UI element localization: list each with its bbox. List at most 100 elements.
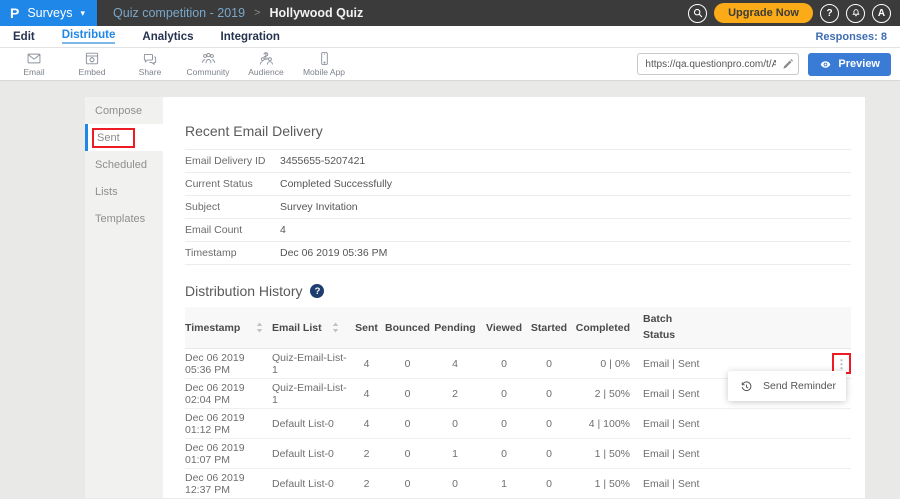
preview-button[interactable]: Preview	[808, 53, 891, 76]
account-avatar-button[interactable]: A	[872, 4, 891, 23]
sort-icon	[256, 322, 263, 333]
cell-viewed: 1	[480, 478, 528, 490]
survey-url-input[interactable]	[637, 53, 799, 75]
topbar: P Surveys ▾ Quiz competition - 2019 > Ho…	[0, 0, 900, 26]
channel-mobile-app[interactable]: Mobile App	[295, 51, 353, 77]
sidebar-item-label: Scheduled	[95, 159, 147, 171]
sidebar-item-compose[interactable]: Compose	[85, 97, 163, 124]
channel-embed[interactable]: Embed	[63, 51, 121, 77]
column-header-started: Started	[528, 322, 570, 334]
cell-timestamp: Dec 06 2019 01:12 PM	[185, 412, 272, 436]
survey-url-box	[637, 53, 799, 75]
search-button[interactable]	[688, 4, 707, 23]
row-actions-menu: Send Reminder	[728, 371, 846, 401]
detail-label: Subject	[185, 201, 280, 213]
column-label: Email List	[272, 322, 322, 334]
distribute-sidebar: Compose Sent Scheduled Lists Templates	[85, 97, 163, 498]
cell-viewed: 0	[480, 358, 528, 370]
cell-pending: 4	[430, 358, 480, 370]
pencil-icon	[782, 58, 794, 70]
breadcrumb-folder[interactable]: Quiz competition - 2019	[113, 6, 245, 20]
embed-icon	[84, 51, 100, 66]
cell-bounced: 0	[385, 478, 430, 490]
surveys-menu-label: Surveys	[27, 6, 72, 20]
cell-batch-status: Email | Sent	[635, 358, 829, 370]
tab-edit[interactable]: Edit	[13, 31, 35, 43]
sidebar-item-scheduled[interactable]: Scheduled	[85, 151, 163, 178]
channel-community[interactable]: Community	[179, 51, 237, 77]
channel-label: Community	[187, 67, 230, 77]
history-table-header: Timestamp Email List Sent Bounced Pendin…	[185, 307, 851, 349]
share-icon	[142, 51, 158, 66]
column-header-timestamp[interactable]: Timestamp	[185, 322, 272, 334]
cell-sent: 2	[348, 448, 385, 460]
column-header-email-list[interactable]: Email List	[272, 322, 348, 334]
cell-started: 0	[528, 358, 570, 370]
cell-pending: 1	[430, 448, 480, 460]
detail-label: Email Count	[185, 224, 280, 236]
cell-pending: 0	[430, 418, 480, 430]
distribution-history-help-icon[interactable]: ?	[310, 284, 324, 298]
cell-timestamp: Dec 06 2019 05:36 PM	[185, 352, 272, 376]
cell-timestamp: Dec 06 2019 12:37 PM	[185, 472, 272, 496]
cell-completed: 0 | 0%	[570, 358, 635, 370]
tab-integration[interactable]: Integration	[221, 31, 280, 43]
channel-label: Email	[23, 67, 44, 77]
help-button[interactable]: ?	[820, 4, 839, 23]
send-reminder-menu-item[interactable]: Send Reminder	[740, 371, 846, 401]
cell-sent: 4	[348, 418, 385, 430]
column-header-bounced: Bounced	[385, 322, 430, 334]
row-actions-kebab-icon[interactable]: ⋮	[836, 358, 848, 370]
sidebar-item-label: Templates	[95, 213, 145, 225]
sidebar-item-label: Compose	[95, 105, 142, 117]
bell-icon	[851, 8, 861, 18]
cell-completed: 1 | 50%	[570, 448, 635, 460]
cell-timestamp: Dec 06 2019 01:07 PM	[185, 442, 272, 466]
cell-sent: 4	[348, 388, 385, 400]
cell-started: 0	[528, 418, 570, 430]
cell-email-list: Default List-0	[272, 478, 348, 490]
annotation-box-sent: Sent	[92, 128, 135, 148]
channel-label: Audience	[248, 67, 283, 77]
tab-distribute[interactable]: Distribute	[62, 29, 116, 44]
detail-value: Dec 06 2019 05:36 PM	[280, 247, 387, 259]
sidebar-item-label: Lists	[95, 186, 118, 198]
preview-label: Preview	[838, 58, 880, 70]
detail-value: 4	[280, 224, 286, 236]
audience-icon	[258, 51, 275, 66]
cell-completed: 1 | 50%	[570, 478, 635, 490]
detail-label: Timestamp	[185, 247, 280, 259]
eye-icon	[819, 59, 832, 70]
channel-label: Mobile App	[303, 67, 345, 77]
history-row: Dec 06 2019 01:12 PM Default List-0 4 0 …	[185, 409, 851, 439]
sort-icon	[332, 322, 339, 333]
questionpro-logo-icon: P	[10, 5, 19, 21]
breadcrumb-survey: Hollywood Quiz	[269, 6, 363, 20]
upgrade-now-button[interactable]: Upgrade Now	[714, 3, 813, 23]
cell-bounced: 0	[385, 388, 430, 400]
cell-bounced: 0	[385, 418, 430, 430]
surveys-menu[interactable]: P Surveys ▾	[0, 0, 97, 26]
history-row: Dec 06 2019 12:37 PM Default List-0 2 0 …	[185, 469, 851, 498]
sidebar-item-sent[interactable]: Sent	[85, 124, 163, 151]
channel-audience[interactable]: Audience	[237, 51, 295, 77]
detail-value: Survey Invitation	[280, 201, 358, 213]
responses-count[interactable]: Responses: 8	[815, 31, 887, 43]
edit-url-button[interactable]	[782, 57, 794, 75]
tab-analytics[interactable]: Analytics	[142, 31, 193, 43]
channel-share[interactable]: Share	[121, 51, 179, 77]
channel-email[interactable]: Email	[5, 51, 63, 77]
cell-started: 0	[528, 388, 570, 400]
survey-nav-tabs: Edit Distribute Analytics Integration Re…	[0, 26, 900, 48]
cell-started: 0	[528, 478, 570, 490]
breadcrumb-separator-icon: >	[254, 7, 260, 19]
column-header-sent: Sent	[348, 322, 385, 334]
cell-pending: 0	[430, 478, 480, 490]
sidebar-item-templates[interactable]: Templates	[85, 205, 163, 232]
detail-label: Current Status	[185, 178, 280, 190]
sidebar-item-label: Sent	[97, 132, 120, 144]
sidebar-item-lists[interactable]: Lists	[85, 178, 163, 205]
notifications-button[interactable]	[846, 4, 865, 23]
recent-email-delivery-title: Recent Email Delivery	[185, 123, 851, 139]
column-header-batch-status: Batch Status	[635, 312, 829, 344]
